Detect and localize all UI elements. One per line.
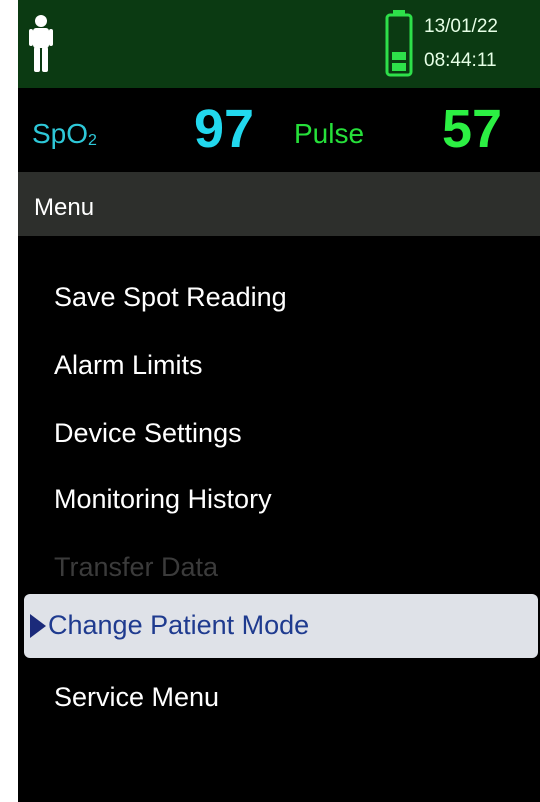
pulse-label: Pulse <box>294 118 365 149</box>
menu-item-alarm-limits[interactable]: Alarm Limits <box>54 350 203 381</box>
menu-title: Menu <box>34 194 95 221</box>
pulse-oximeter-screen: 13/01/22 08:44:11 SpO2 97 Pulse 57 Menu … <box>18 0 540 802</box>
status-date: 13/01/22 <box>424 16 498 37</box>
readings-panel: SpO2 97 Pulse 57 <box>18 88 540 172</box>
spo2-label-subscript: 2 <box>88 132 97 149</box>
menu-item-service-menu[interactable]: Service Menu <box>54 682 219 713</box>
menu-item-device-settings[interactable]: Device Settings <box>54 418 242 449</box>
menu-item-change-patient-mode[interactable]: Change Patient Mode <box>24 594 538 658</box>
pulse-value: 57 <box>442 99 503 159</box>
menu-item-save-spot-reading[interactable]: Save Spot Reading <box>54 282 287 313</box>
spo2-label-text: SpO <box>32 118 89 149</box>
menu-item-transfer-data: Transfer Data <box>54 552 219 582</box>
battery-icon <box>385 10 413 77</box>
spo2-value: 97 <box>194 99 255 159</box>
menu-item-monitoring-history[interactable]: Monitoring History <box>54 484 272 515</box>
spo2-label: SpO2 <box>32 118 97 150</box>
selection-arrow-icon <box>30 614 46 638</box>
menu-item-label: Change Patient Mode <box>48 610 310 640</box>
status-bar: 13/01/22 08:44:11 <box>18 0 540 88</box>
menu-header: Menu <box>18 172 540 236</box>
status-time: 08:44:11 <box>424 50 497 71</box>
person-icon <box>29 15 53 72</box>
